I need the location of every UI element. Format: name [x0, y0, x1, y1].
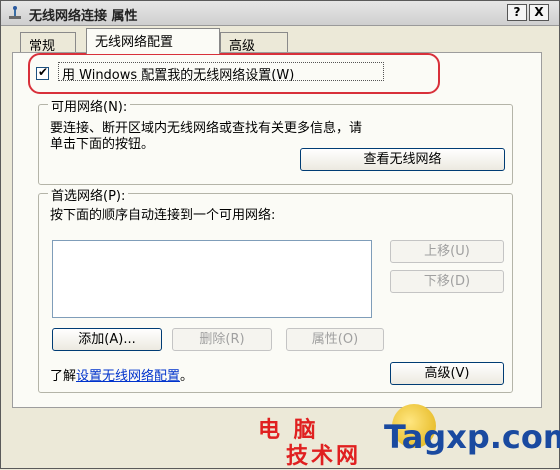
close-button[interactable]: X: [529, 4, 549, 21]
help-button[interactable]: ?: [507, 4, 527, 21]
preferred-networks-label: 首选网络(P):: [48, 185, 129, 204]
learn-prefix: 了解: [50, 369, 77, 384]
view-wireless-networks-button[interactable]: 查看无线网络: [300, 148, 505, 171]
use-windows-config-label[interactable]: 用 Windows 配置我的无线网络设置(W): [62, 64, 294, 83]
properties-button[interactable]: 属性(O): [286, 328, 384, 351]
checkmark-icon: ✔: [38, 65, 49, 79]
remove-button[interactable]: 删除(R): [172, 328, 272, 351]
learn-link[interactable]: 设置无线网络配置: [76, 369, 180, 384]
watermark-domain: Tagxp.com: [384, 418, 560, 456]
tab-general[interactable]: 常规: [20, 32, 76, 54]
move-down-button[interactable]: 下移(D): [390, 270, 504, 293]
network-connection-icon: [9, 6, 21, 19]
move-up-button[interactable]: 上移(U): [390, 240, 504, 263]
add-button[interactable]: 添加(A)...: [52, 328, 162, 351]
title-bar[interactable]: 无线网络连接 属性 ? X: [1, 1, 559, 26]
learn-suffix: 。: [180, 369, 194, 384]
window-title: 无线网络连接 属性: [29, 9, 138, 24]
available-networks-label: 可用网络(N):: [48, 96, 131, 115]
watermark-line2: 技术网: [286, 444, 362, 469]
tab-wireless-networks[interactable]: 无线网络配置: [86, 28, 220, 54]
preferred-networks-list[interactable]: [52, 240, 372, 318]
tab-advanced[interactable]: 高级: [220, 32, 288, 54]
use-windows-config-checkbox[interactable]: ✔: [36, 65, 49, 80]
learn-more-text: 了解设置无线网络配置。: [50, 365, 193, 384]
preferred-networks-description: 按下面的顺序自动连接到一个可用网络:: [50, 208, 276, 223]
available-networks-description-2: 单击下面的按钮。: [50, 137, 155, 152]
advanced-button[interactable]: 高级(V): [390, 362, 504, 385]
